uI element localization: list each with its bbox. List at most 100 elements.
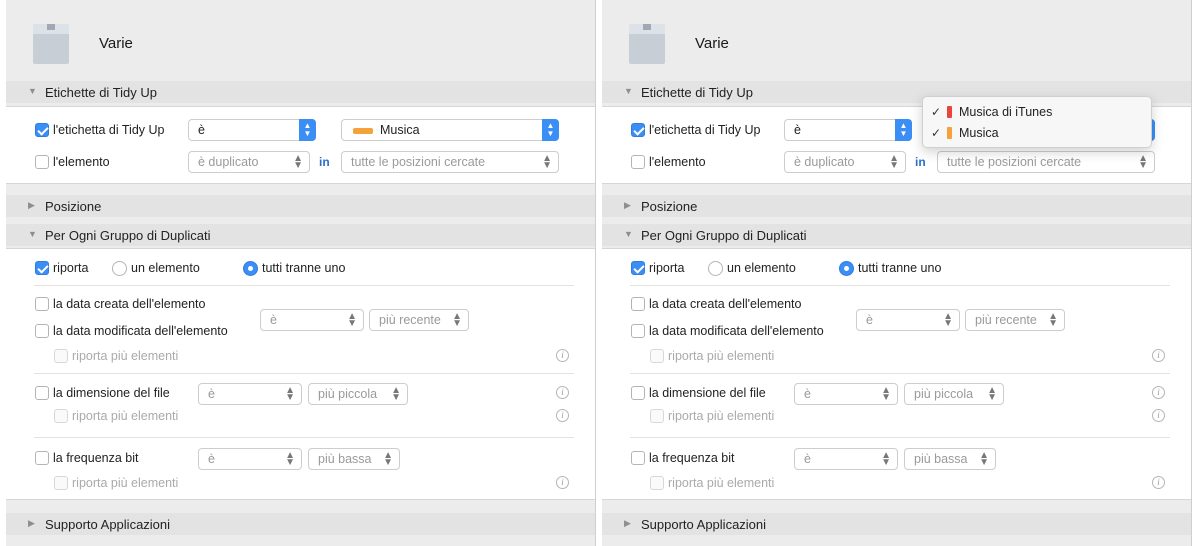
tag-color-swatch <box>947 127 952 139</box>
menu-item-music[interactable]: ✓ Musica <box>923 123 1153 143</box>
size-operator-popup[interactable]: è ▲ ▼ <box>794 383 898 405</box>
date-modified-label: la data modificata dell'elemento <box>53 324 228 338</box>
menu-item-label: Musica <box>959 126 999 140</box>
date-modified-checkbox[interactable] <box>35 324 49 338</box>
tag-operator-popup[interactable]: è ▲ ▼ <box>188 119 316 141</box>
radio-one-element[interactable] <box>112 261 127 276</box>
tag-rule-label: l'etichetta di Tidy Up <box>649 123 761 137</box>
info-icon[interactable]: i <box>1152 409 1165 422</box>
info-icon[interactable]: i <box>1152 476 1165 489</box>
bitrate-multi-label: riporta più elementi <box>668 476 775 490</box>
title-bar: Varie <box>6 0 595 84</box>
tag-color-swatch <box>947 106 952 118</box>
section-support-header[interactable]: ▶ Supporto Applicazioni <box>602 513 1191 535</box>
size-value-popup[interactable]: più piccola ▲ ▼ <box>308 383 408 405</box>
disclosure-open-icon[interactable]: ▼ <box>624 86 633 96</box>
date-multi-label: riporta più elementi <box>72 349 179 363</box>
size-multi-label: riporta più elementi <box>72 409 179 423</box>
date-multi-checkbox[interactable] <box>650 349 664 363</box>
scope-popup[interactable]: tutte le posizioni cercate ▲ ▼ <box>341 151 559 173</box>
radio-one-element[interactable] <box>708 261 723 276</box>
disclosure-closed-icon[interactable]: ▶ <box>624 200 631 211</box>
info-icon[interactable]: i <box>556 349 569 362</box>
disclosure-closed-icon[interactable]: ▶ <box>28 518 35 529</box>
chevron-updown-icon: ▲ ▼ <box>285 450 295 468</box>
scope-popup[interactable]: tutte le posizioni cercate ▲ ▼ <box>937 151 1155 173</box>
scope-value: tutte le posizioni cercate <box>947 155 1082 169</box>
element-rule-label: l'elemento <box>53 155 110 169</box>
disclosure-closed-icon[interactable]: ▶ <box>624 518 631 529</box>
section-group-header[interactable]: ▼ Per Ogni Gruppo di Duplicati <box>602 224 1191 246</box>
date-multi-row: riporta più elementi i <box>6 346 595 368</box>
tag-operator-popup[interactable]: è ▲ ▼ <box>784 119 912 141</box>
disclosure-open-icon[interactable]: ▼ <box>28 229 37 239</box>
date-modified-row: la data modificata dell'elemento <box>602 321 1191 343</box>
element-operator-popup[interactable]: è duplicato ▲ ▼ <box>188 151 310 173</box>
size-operator-popup[interactable]: è ▲ ▼ <box>198 383 302 405</box>
disclosure-closed-icon[interactable]: ▶ <box>28 200 35 211</box>
element-rule-checkbox[interactable] <box>631 155 645 169</box>
disclosure-open-icon[interactable]: ▼ <box>624 229 633 239</box>
section-position-header[interactable]: ▶ Posizione <box>6 195 595 217</box>
size-checkbox[interactable] <box>35 386 49 400</box>
tag-rule-row: l'etichetta di Tidy Up è ▲ ▼ Musica ▲ ▼ <box>6 119 595 141</box>
bitrate-multi-checkbox[interactable] <box>54 476 68 490</box>
disclosure-open-icon[interactable]: ▼ <box>28 86 37 96</box>
radio-all-but-one[interactable] <box>839 261 854 276</box>
popup-arrows-icon: ▲▼ <box>895 119 912 141</box>
radio-all-but-one[interactable] <box>243 261 258 276</box>
date-modified-checkbox[interactable] <box>631 324 645 338</box>
menu-item-itunes-music[interactable]: ✓ Musica di iTunes <box>923 102 1153 122</box>
section-support-label: Supporto Applicazioni <box>45 517 171 532</box>
in-label: in <box>915 155 926 169</box>
size-value-popup[interactable]: più piccola ▲ ▼ <box>904 383 1004 405</box>
element-operator-value: è duplicato <box>198 155 259 169</box>
date-multi-label: riporta più elementi <box>668 349 775 363</box>
report-checkbox[interactable] <box>35 261 49 275</box>
report-row: riporta un elemento tutti tranne uno <box>602 258 1191 280</box>
tag-rule-checkbox[interactable] <box>631 123 645 137</box>
chevron-updown-icon: ▲ ▼ <box>391 385 401 403</box>
bitrate-value: più bassa <box>318 452 372 466</box>
tag-rule-checkbox[interactable] <box>35 123 49 137</box>
element-rule-checkbox[interactable] <box>35 155 49 169</box>
bitrate-checkbox[interactable] <box>631 451 645 465</box>
bitrate-value-popup[interactable]: più bassa ▲ ▼ <box>904 448 996 470</box>
bitrate-operator-popup[interactable]: è ▲ ▼ <box>198 448 302 470</box>
tag-value-popup[interactable]: Musica ▲ ▼ <box>341 119 559 141</box>
info-icon[interactable]: i <box>556 386 569 399</box>
element-operator-popup[interactable]: è duplicato ▲ ▼ <box>784 151 906 173</box>
section-support-header[interactable]: ▶ Supporto Applicazioni <box>6 513 595 535</box>
info-icon[interactable]: i <box>556 476 569 489</box>
date-multi-checkbox[interactable] <box>54 349 68 363</box>
divider <box>630 285 1170 286</box>
section-tags-body: l'etichetta di Tidy Up è ▲ ▼ Musica ▲ ▼ l'… <box>6 106 595 184</box>
info-icon[interactable]: i <box>556 409 569 422</box>
size-checkbox[interactable] <box>631 386 645 400</box>
bitrate-checkbox[interactable] <box>35 451 49 465</box>
size-multi-label: riporta più elementi <box>668 409 775 423</box>
report-label: riporta <box>53 261 89 275</box>
size-row: la dimensione del file è ▲ ▼ più piccola … <box>602 383 1191 405</box>
info-icon[interactable]: i <box>1152 386 1165 399</box>
bitrate-value-popup[interactable]: più bassa ▲ ▼ <box>308 448 400 470</box>
scope-value: tutte le posizioni cercate <box>351 155 486 169</box>
tag-operator-value: è <box>794 123 801 137</box>
size-value: più piccola <box>914 387 974 401</box>
bitrate-operator-popup[interactable]: è ▲ ▼ <box>794 448 898 470</box>
chevron-updown-icon: ▲ ▼ <box>1138 153 1148 171</box>
chevron-updown-icon: ▲ ▼ <box>987 385 997 403</box>
size-multi-checkbox[interactable] <box>54 409 68 423</box>
check-icon: ✓ <box>931 126 942 140</box>
date-created-checkbox[interactable] <box>631 297 645 311</box>
tag-operator-value: è <box>198 123 205 137</box>
bitrate-multi-checkbox[interactable] <box>650 476 664 490</box>
date-created-checkbox[interactable] <box>35 297 49 311</box>
section-tags-header[interactable]: ▼ Etichette di Tidy Up <box>6 81 595 103</box>
section-position-header[interactable]: ▶ Posizione <box>602 195 1191 217</box>
section-group-header[interactable]: ▼ Per Ogni Gruppo di Duplicati <box>6 224 595 246</box>
info-icon[interactable]: i <box>1152 349 1165 362</box>
report-checkbox[interactable] <box>631 261 645 275</box>
chevron-updown-icon: ▲ ▼ <box>293 153 303 171</box>
size-multi-checkbox[interactable] <box>650 409 664 423</box>
